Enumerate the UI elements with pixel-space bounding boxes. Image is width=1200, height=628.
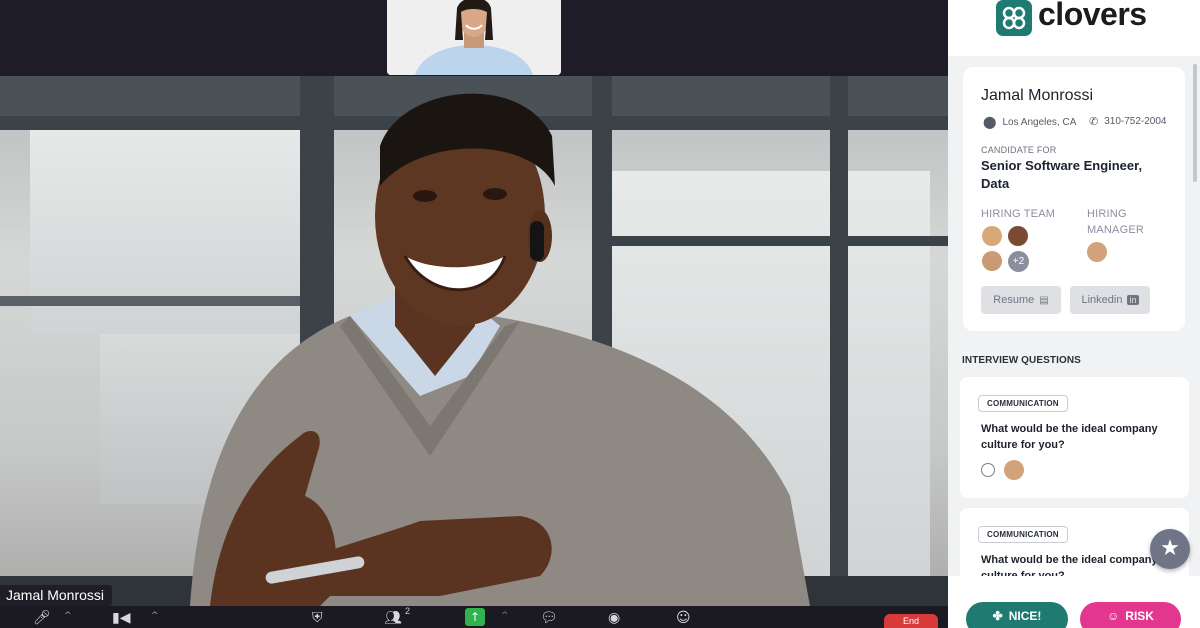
security-icon[interactable]: ⛨	[312, 609, 323, 627]
participant-name-tag: Jamal Monrossi	[0, 585, 113, 606]
resume-button[interactable]: Resume ▤	[981, 286, 1061, 314]
mic-icon[interactable]: 🎤︎	[33, 609, 51, 627]
resume-label: Resume	[993, 294, 1035, 306]
candidate-card: Jamal Monrossi ⬤ Los Angeles, CA ✆ 310-7…	[963, 67, 1185, 331]
reactions-icon[interactable]: ☺	[676, 609, 691, 627]
brand-name: clovers	[1038, 0, 1147, 32]
avatar[interactable]	[982, 226, 1002, 246]
share-screen-icon[interactable]: ↑	[465, 608, 485, 626]
video-call-area: Jamal Monrossi 🎤︎ ^ ▮◀ ^ ⛨ 👥︎ 2 ↑ ^ 💬︎ ◉…	[0, 0, 948, 628]
end-meeting-button[interactable]: End	[884, 614, 938, 628]
question-category-tag: COMMUNICATION	[978, 526, 1068, 543]
hiring-team-label: HIRING TEAM	[981, 208, 1056, 220]
candidate-panel: clovers Jamal Monrossi ⬤ Los Angeles, CA…	[948, 0, 1200, 628]
question-category-tag: COMMUNICATION	[978, 395, 1068, 412]
candidate-name: Jamal Monrossi	[981, 87, 1094, 104]
candidate-phone: ✆ 310-752-2004	[1089, 115, 1167, 128]
video-options-caret[interactable]: ^	[151, 611, 159, 621]
avatar	[1004, 460, 1024, 480]
linkedin-button[interactable]: Linkedin in	[1070, 286, 1150, 314]
panel-scrollbar[interactable]	[1193, 64, 1197, 182]
location-pin-icon: ⬤	[983, 115, 997, 129]
hiring-manager-label: HIRING MANAGER	[1087, 208, 1145, 236]
participants-count: 2	[405, 606, 411, 616]
more-members-badge[interactable]: +2	[1008, 251, 1029, 272]
main-video-feed	[0, 76, 948, 606]
phone-icon: ✆	[1089, 116, 1099, 128]
chat-icon[interactable]: 💬︎	[540, 609, 558, 627]
mic-options-caret[interactable]: ^	[64, 611, 72, 621]
meeting-toolbar: 🎤︎ ^ ▮◀ ^ ⛨ 👥︎ 2 ↑ ^ 💬︎ ◉ ☺	[0, 606, 948, 628]
app-root: Jamal Monrossi 🎤︎ ^ ▮◀ ^ ⛨ 👥︎ 2 ↑ ^ 💬︎ ◉…	[0, 0, 1200, 628]
question-text: What would be the ideal company culture …	[981, 423, 1158, 451]
participants-icon[interactable]: 👥︎	[384, 609, 402, 627]
person-illustration	[190, 93, 810, 606]
avatar[interactable]	[1008, 226, 1028, 246]
risk-label: RISK	[1125, 609, 1154, 623]
nice-label: NICE!	[1008, 609, 1042, 623]
share-options-caret[interactable]: ^	[501, 611, 509, 621]
clover-icon: ✤	[992, 609, 1003, 623]
self-view-thumbnail[interactable]	[387, 0, 561, 75]
record-icon[interactable]: ◉	[608, 609, 620, 627]
avatar[interactable]	[982, 251, 1002, 271]
document-icon: ▤	[1039, 294, 1049, 306]
question-card[interactable]: COMMUNICATION What would be the ideal co…	[960, 377, 1189, 498]
phone-text: 310-752-2004	[1104, 116, 1167, 127]
clover-logo-icon	[996, 0, 1032, 36]
favorite-star-button[interactable]: ★	[1150, 529, 1190, 569]
interview-questions-title: INTERVIEW QUESTIONS	[962, 355, 1081, 366]
risk-face-icon: ☺	[1107, 609, 1120, 623]
linkedin-icon: in	[1127, 295, 1139, 305]
candidate-for-label: CANDIDATE FOR	[981, 145, 1057, 155]
thumbnail-person	[387, 0, 561, 75]
location-text: Los Angeles, CA	[1002, 116, 1077, 128]
linkedin-label: Linkedin	[1081, 294, 1123, 306]
nice-button[interactable]: ✤ NICE!	[966, 602, 1068, 628]
video-icon[interactable]: ▮◀	[112, 609, 130, 627]
brand-header: clovers	[948, 0, 1200, 56]
question-radio[interactable]	[981, 463, 995, 477]
candidate-location: ⬤ Los Angeles, CA	[983, 115, 1076, 129]
candidate-role: Senior Software Engineer, Data	[981, 158, 1143, 191]
risk-button[interactable]: ☺ RISK	[1080, 602, 1181, 628]
avatar[interactable]	[1087, 242, 1107, 262]
